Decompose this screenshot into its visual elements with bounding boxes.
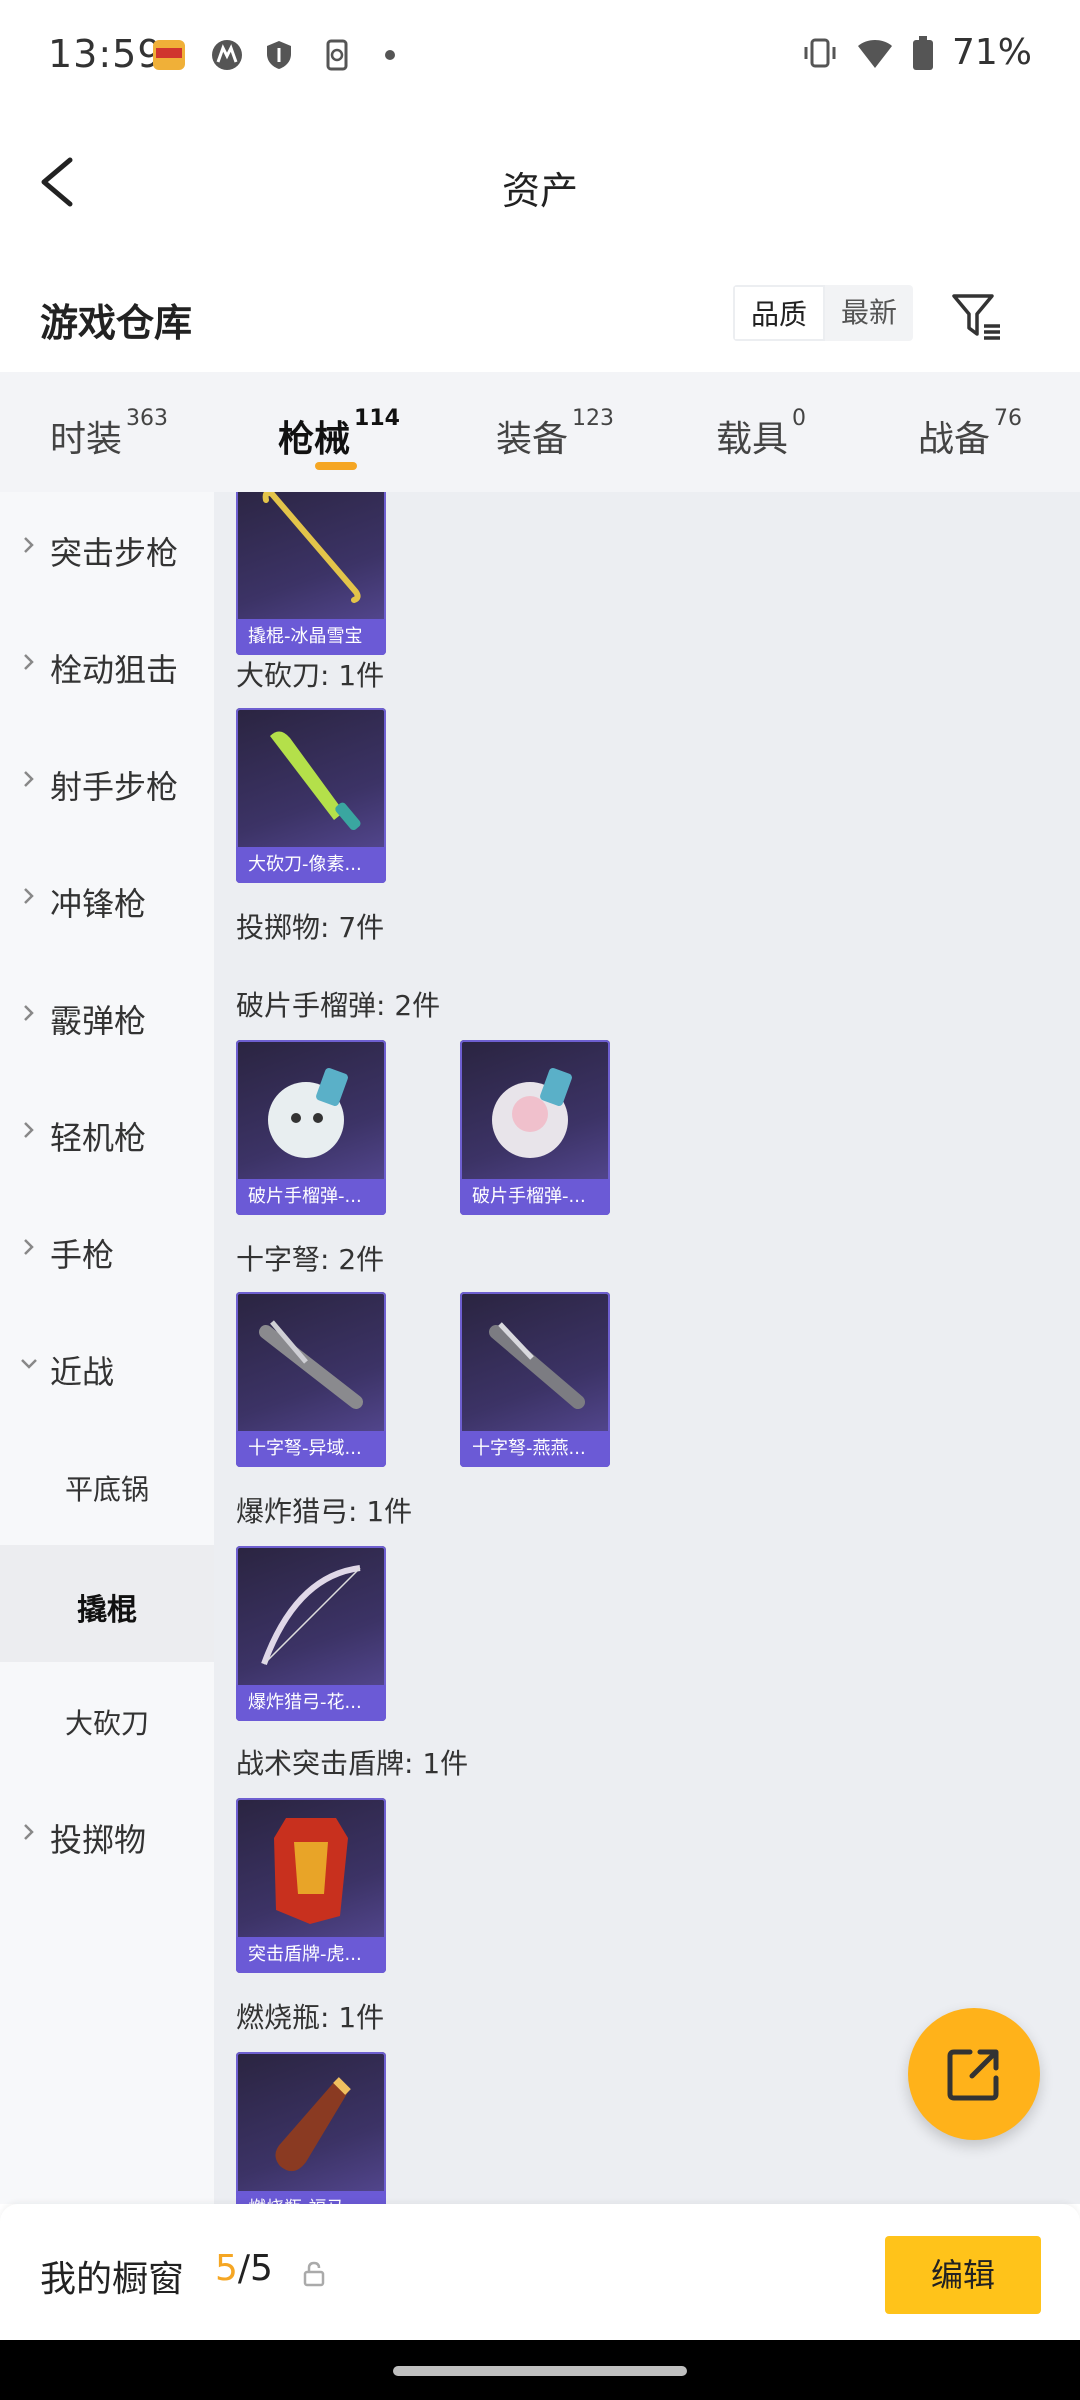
- item-card-shield[interactable]: 突击盾牌-虎...: [236, 1798, 386, 1973]
- sidebar-item-marksman-rifle[interactable]: 射手步枪: [0, 726, 214, 843]
- battery-icon: [912, 35, 933, 70]
- sidebar-sub-frying-pan[interactable]: 平底锅: [0, 1428, 214, 1545]
- item-card-crossbow[interactable]: 十字弩-异域...: [236, 1292, 386, 1467]
- bow-icon: [261, 1565, 361, 1666]
- item-card-grenade[interactable]: 破片手榴弹-...: [460, 1040, 610, 1215]
- crossbow-icon: [489, 1322, 585, 1409]
- weapon-category-sidebar: 突击步枪 栓动狙击 射手步枪 冲锋枪 霰弹枪 轻机枪 手枪 近战 平底锅 撬棍 …: [0, 492, 214, 2204]
- dot-icon: [385, 50, 395, 60]
- item-grid: 撬棍-冰晶雪宝 大砍刀: 1件 大砍刀-像素... 投掷物: 7件 破片手榴弹:…: [214, 492, 1080, 2204]
- chevron-down-icon: [21, 1359, 37, 1369]
- grenade-icon: [268, 1068, 348, 1158]
- tab-fashion[interactable]: 时装363: [50, 406, 168, 462]
- tab-weapons[interactable]: 枪械114: [278, 406, 400, 462]
- open-external-icon: [947, 2049, 999, 2101]
- grenade-icon: [492, 1068, 572, 1158]
- phone-sync-icon: [326, 39, 348, 71]
- category-tabs: 时装363 枪械114 装备123 载具0 战备76: [0, 372, 1080, 492]
- vibrate-icon: [804, 38, 836, 67]
- item-card-crowbar[interactable]: 撬棍-冰晶雪宝: [236, 492, 386, 655]
- showcase-count: 5/5: [215, 2248, 273, 2289]
- shield-item-icon: [274, 1818, 348, 1924]
- sidebar-item-lmg[interactable]: 轻机枪: [0, 1077, 214, 1194]
- sort-toggle: 品质 最新: [733, 285, 914, 341]
- group-label: 战术突击盾牌: 1件: [236, 1747, 469, 1780]
- page-title: 资产: [501, 169, 578, 213]
- sidebar-item-pistol[interactable]: 手枪: [0, 1194, 214, 1311]
- tab-supplies[interactable]: 战备76: [918, 406, 1022, 462]
- shield-icon: [267, 41, 291, 69]
- chevron-right-icon: [24, 888, 34, 904]
- sidebar-sub-machete[interactable]: 大砍刀: [0, 1662, 214, 1779]
- group-label: 投掷物: 7件: [236, 911, 385, 944]
- lock-icon: [303, 2261, 325, 2287]
- sidebar-item-assault-rifle[interactable]: 突击步枪: [0, 492, 214, 609]
- section-title: 游戏仓库: [40, 301, 193, 345]
- chevron-right-icon: [24, 1239, 34, 1255]
- sidebar-item-throwables[interactable]: 投掷物: [0, 1779, 214, 1896]
- group-label: 大砍刀: 1件: [236, 659, 385, 692]
- chevron-right-icon: [24, 654, 34, 670]
- sidebar-item-melee[interactable]: 近战: [0, 1311, 214, 1428]
- edit-button[interactable]: 编辑: [885, 2236, 1041, 2314]
- battery-level: 71%: [951, 32, 1032, 73]
- chevron-right-icon: [24, 1005, 34, 1021]
- crossbow-icon: [259, 1320, 363, 1409]
- chevron-right-icon: [24, 537, 34, 553]
- tab-equipment[interactable]: 装备123: [496, 406, 614, 462]
- title-bar: 资产: [0, 112, 1080, 252]
- tab-vehicles[interactable]: 载具0: [716, 406, 806, 462]
- group-label: 爆炸猎弓: 1件: [236, 1495, 413, 1528]
- sidebar-item-shotgun[interactable]: 霰弹枪: [0, 960, 214, 1077]
- chevron-right-icon: [24, 771, 34, 787]
- game-app-icon: [153, 40, 185, 70]
- showcase-bar: 我的橱窗 5/5 编辑: [0, 2204, 1080, 2340]
- status-time: 13:59: [48, 32, 163, 76]
- item-card-bow[interactable]: 爆炸猎弓-花...: [236, 1546, 386, 1721]
- chevron-right-icon: [24, 1824, 34, 1840]
- group-label: 燃烧瓶: 1件: [236, 2001, 385, 2034]
- home-gesture-handle[interactable]: [393, 2366, 687, 2376]
- motorola-icon: [212, 40, 242, 70]
- sidebar-item-smg[interactable]: 冲锋枪: [0, 843, 214, 960]
- chevron-right-icon: [24, 1122, 34, 1138]
- status-bar: 13:59 71%: [0, 0, 1080, 112]
- item-card-grenade[interactable]: 破片手榴弹-...: [236, 1040, 386, 1215]
- system-nav-bar: [0, 2340, 1080, 2400]
- share-fab-button[interactable]: [908, 2008, 1040, 2140]
- machete-icon: [270, 731, 361, 831]
- sort-newest-button[interactable]: 最新: [825, 285, 913, 341]
- item-card-crossbow[interactable]: 十字弩-燕燕...: [460, 1292, 610, 1467]
- group-label: 破片手榴弹: 2件: [236, 989, 441, 1022]
- showcase-label: 我的橱窗: [40, 2259, 185, 2300]
- sidebar-item-bolt-sniper[interactable]: 栓动狙击: [0, 609, 214, 726]
- wifi-icon: [857, 39, 892, 68]
- sort-quality-button[interactable]: 品质: [733, 285, 826, 341]
- crowbar-icon: [262, 492, 361, 603]
- filter-icon[interactable]: [950, 290, 1004, 344]
- sidebar-sub-crowbar[interactable]: 撬棍: [0, 1545, 214, 1662]
- item-card-machete[interactable]: 大砍刀-像素...: [236, 708, 386, 883]
- molotov-icon: [275, 2077, 351, 2172]
- item-card-molotov[interactable]: 燃烧瓶-福马...: [236, 2052, 386, 2204]
- tab-active-indicator: [315, 462, 357, 470]
- group-label: 十字弩: 2件: [236, 1243, 385, 1276]
- section-header: 游戏仓库 品质 最新: [0, 252, 1080, 372]
